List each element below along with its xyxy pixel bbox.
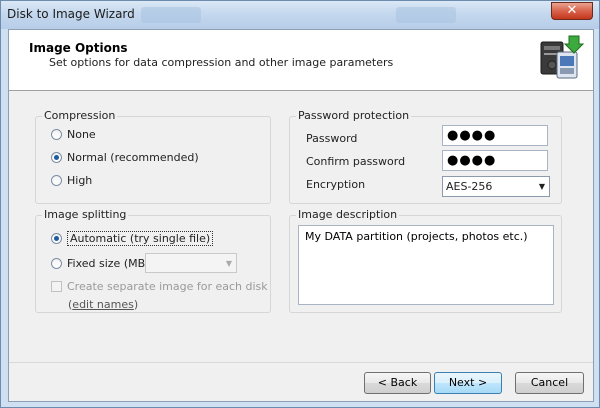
confirm-password-label: Confirm password xyxy=(306,155,406,168)
close-button[interactable]: ✕ xyxy=(551,2,593,20)
image-description-label: Image description xyxy=(296,208,400,221)
back-button-label: < Back xyxy=(377,376,418,389)
password-group: Password protection Password ●●●● Confir… xyxy=(289,109,562,204)
fixed-size-select[interactable]: ▼ xyxy=(145,253,237,273)
radio-button[interactable] xyxy=(51,233,62,244)
wizard-body: Image Options Set options for data compr… xyxy=(8,29,594,402)
password-label: Password xyxy=(306,132,358,145)
image-splitting-label: Image splitting xyxy=(42,208,129,221)
password-group-label: Password protection xyxy=(296,109,412,122)
compression-high-radio[interactable]: High xyxy=(51,174,92,187)
background-window-ghost xyxy=(141,7,201,23)
radio-button[interactable] xyxy=(51,175,62,186)
edit-names-paren-close: ) xyxy=(133,298,139,311)
wizard-window: Disk to Image Wizard ✕ Image Options Set… xyxy=(0,0,600,408)
background-window-ghost xyxy=(396,7,456,23)
disk-to-image-icon xyxy=(540,35,585,79)
image-splitting-group: Image splitting Automatic (try single fi… xyxy=(35,208,271,313)
wizard-header: Image Options Set options for data compr… xyxy=(9,30,593,91)
split-automatic-label: Automatic (try single file) xyxy=(67,231,214,246)
encryption-label: Encryption xyxy=(306,178,366,191)
chevron-down-icon[interactable]: ▼ xyxy=(226,254,232,273)
title-bar[interactable]: Disk to Image Wizard ✕ xyxy=(1,1,599,29)
radio-button[interactable] xyxy=(51,258,62,269)
cancel-button-label: Cancel xyxy=(530,376,569,389)
page-subtitle: Set options for data compression and oth… xyxy=(49,56,394,69)
chevron-down-icon[interactable]: ▼ xyxy=(539,177,545,196)
cancel-button[interactable]: Cancel xyxy=(515,372,584,394)
separate-image-label: Create separate image for each disk xyxy=(67,280,268,293)
encryption-value: AES-256 xyxy=(446,180,493,193)
edit-names-row: (edit names) xyxy=(68,298,138,311)
password-input[interactable]: ●●●● xyxy=(442,125,548,146)
image-description-textarea[interactable]: My DATA partition (projects, photos etc.… xyxy=(298,225,554,305)
radio-button[interactable] xyxy=(51,129,62,140)
radio-button[interactable] xyxy=(51,152,62,163)
compression-normal-radio[interactable]: Normal (recommended) xyxy=(51,151,199,164)
confirm-password-input[interactable]: ●●●● xyxy=(442,150,548,171)
encryption-select[interactable]: AES-256 ▼ xyxy=(442,176,550,197)
footer-divider xyxy=(9,362,593,363)
separate-image-checkbox[interactable]: Create separate image for each disk xyxy=(51,280,268,293)
split-fixed-label: Fixed size (MB) xyxy=(67,257,150,270)
compression-none-label: None xyxy=(67,128,96,141)
next-button[interactable]: Next > xyxy=(434,372,502,394)
next-button-label: Next > xyxy=(448,376,488,389)
compression-group: Compression None Normal (recommended) Hi… xyxy=(35,109,271,204)
compression-none-radio[interactable]: None xyxy=(51,128,96,141)
back-button[interactable]: < Back xyxy=(364,372,431,394)
split-fixed-radio[interactable]: Fixed size (MB) xyxy=(51,257,149,270)
close-icon: ✕ xyxy=(566,3,578,18)
compression-label: Compression xyxy=(42,109,118,122)
page-title: Image Options xyxy=(29,41,128,55)
compression-normal-label: Normal (recommended) xyxy=(67,151,199,164)
window-title: Disk to Image Wizard xyxy=(7,7,135,21)
compression-high-label: High xyxy=(67,174,93,187)
split-automatic-radio[interactable]: Automatic (try single file) xyxy=(51,231,214,246)
checkbox[interactable] xyxy=(51,281,62,292)
image-description-group: Image description My DATA partition (pro… xyxy=(289,208,562,313)
edit-names-link[interactable]: edit names xyxy=(72,298,134,311)
